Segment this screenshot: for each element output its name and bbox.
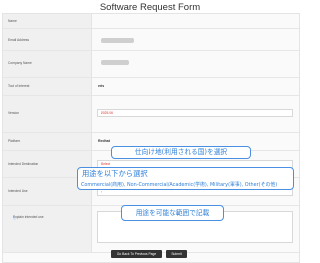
row-name: Name [3,14,299,29]
row-email: Email Address [3,29,299,51]
email-redacted-value [101,38,134,43]
chevron-right-icon: › [101,110,103,115]
platform-value: Redhat [98,139,110,143]
tool-value-cell: eris [92,78,299,95]
company-label: Company Name [8,61,32,65]
email-field[interactable] [92,29,299,50]
explain-label-text: Explain intended use [13,215,44,219]
destination-label: Intended Destination [8,162,39,166]
request-form: Name Email Address Company Name Tool of … [2,13,300,263]
row-version: Version 2025.06 › [3,96,299,133]
company-field[interactable] [92,51,299,77]
email-label: Email Address [8,38,30,42]
row-tool: Tool of interest eris [3,78,299,96]
row-company: Company Name [3,51,299,78]
intended-use-annotation-options: Commercial(商用), Non-Commercial/Academic(… [81,182,278,188]
page-title: Software Request Form [99,2,201,13]
go-back-button[interactable]: Go Back To Previous Page [111,250,162,258]
intended-use-label: Intended Use [8,189,28,193]
explain-annotation: 用途を可能な範囲で記載 [121,205,224,221]
tool-value: eris [98,84,105,88]
version-select[interactable]: 2025.06 › [97,109,293,117]
destination-annotation: 仕向け地(利用される国)を選択 [111,146,251,159]
info-icon: ⓘ [13,216,17,220]
name-field[interactable] [92,14,299,28]
name-label: Name [8,19,17,23]
submit-button[interactable]: Submit [166,250,187,258]
tool-label: Tool of interest [8,84,30,88]
version-cell: 2025.06 › [92,96,299,132]
intended-use-annotation-title: 用途を以下から選択 [82,169,148,178]
chevron-right-icon: › [101,161,103,166]
platform-label: Platform [8,139,21,143]
version-label: Version [8,111,19,115]
company-redacted-value [101,60,129,65]
intended-use-annotation: 用途を以下から選択 Commercial(商用), Non-Commercial… [77,167,294,190]
